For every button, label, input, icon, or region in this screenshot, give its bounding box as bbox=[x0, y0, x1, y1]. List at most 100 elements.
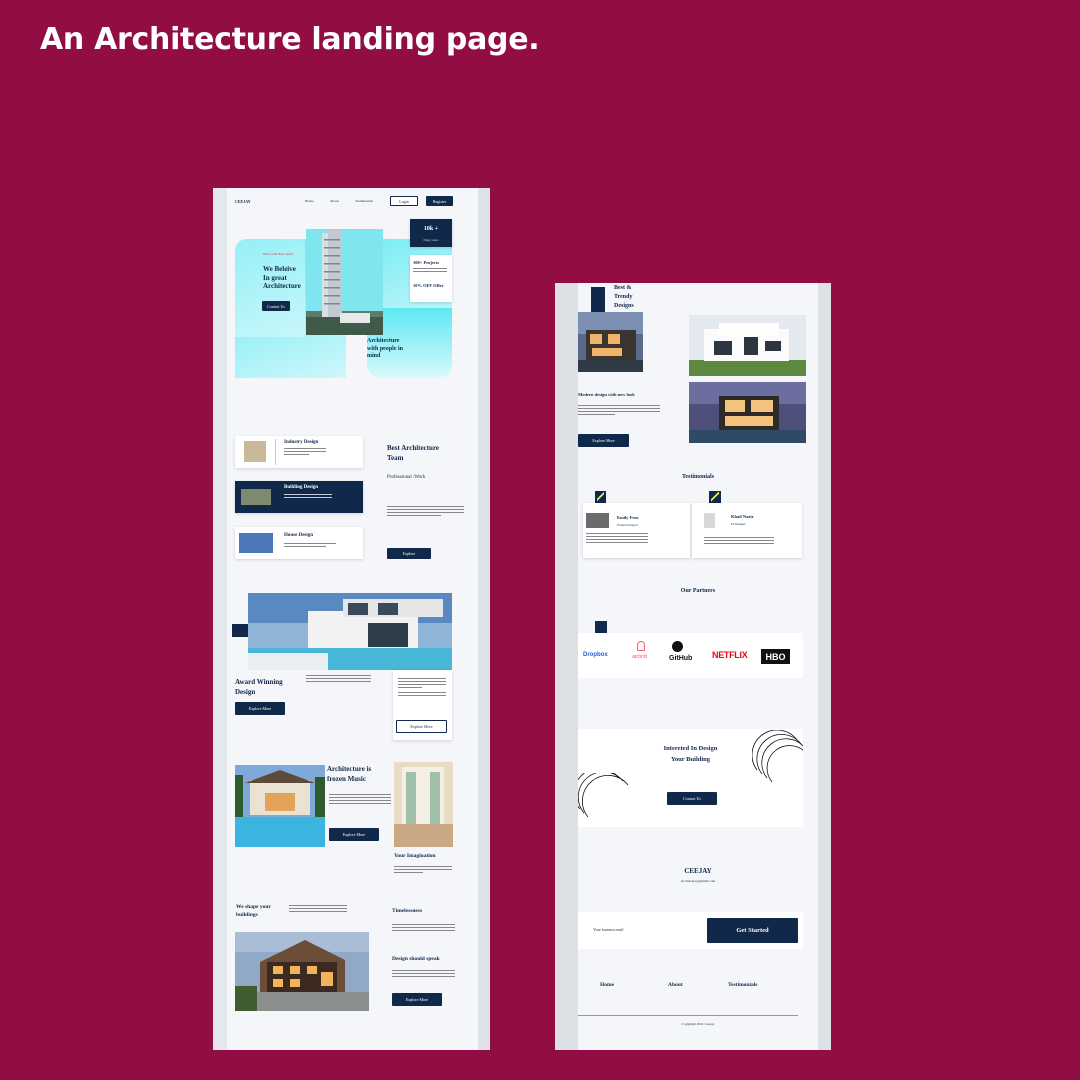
shape-explore-button[interactable]: Explore More bbox=[392, 993, 442, 1006]
emily-avatar bbox=[586, 513, 609, 528]
team-title: Best Architecture Team bbox=[387, 443, 439, 463]
partner-netflix: NETFLIX bbox=[712, 650, 748, 660]
industry-design-thumb bbox=[244, 441, 266, 462]
cta-panel: Intereted In Design Your Building Contac… bbox=[578, 729, 803, 827]
hero-title-line-3: Architecture bbox=[263, 282, 301, 290]
brand-logo[interactable]: CEEJAY bbox=[235, 199, 251, 204]
team-title-line-2: Team bbox=[387, 454, 404, 462]
award-title-line-2: Design bbox=[235, 688, 256, 696]
footer-link-home[interactable]: Home bbox=[600, 982, 614, 988]
house-design-thumb bbox=[239, 533, 273, 553]
partners-accent-block bbox=[595, 621, 607, 633]
projects-text bbox=[413, 268, 447, 274]
quote-mark-2 bbox=[709, 491, 721, 503]
trendy-title-line-1: Best & bbox=[614, 285, 632, 291]
team-paragraph bbox=[387, 506, 464, 518]
testimonial-card-khail: Khail Nazir UI Designer bbox=[692, 503, 802, 558]
shape-paragraph bbox=[289, 905, 347, 914]
users-stat-card: 10k + Happy users bbox=[410, 219, 452, 247]
testimonial-text-khail bbox=[704, 537, 774, 546]
hero-tagline: Architecture with people in mind bbox=[367, 338, 403, 361]
award-accent-block bbox=[232, 624, 248, 637]
hero-title-line-2: In great bbox=[263, 273, 287, 282]
cta-contact-button[interactable]: Contact Us bbox=[667, 792, 717, 805]
service-card-house[interactable]: House Design bbox=[235, 527, 363, 559]
service-text-industry bbox=[284, 448, 326, 457]
award-side-text bbox=[398, 678, 446, 698]
service-card-industry[interactable]: Industry Design bbox=[235, 436, 363, 468]
hero-tagline-line-2: with people in bbox=[367, 345, 404, 352]
design-speak-paragraph bbox=[392, 970, 455, 979]
service-title-industry: Industry Design bbox=[284, 440, 319, 445]
shape-title: We shape your buildings bbox=[236, 904, 271, 919]
frozen-title-line-1: Architecture is bbox=[327, 765, 372, 773]
register-button[interactable]: Register bbox=[426, 196, 453, 206]
testimonial-role-emily: Product Designer bbox=[617, 523, 639, 527]
testimonial-card-emily: Emily Fero Product Designer bbox=[583, 503, 690, 558]
award-side-explore-button[interactable]: Explore More bbox=[396, 720, 447, 733]
frozen-title-line-2: frozen Music bbox=[327, 775, 366, 783]
testimonial-name-emily: Emily Fero bbox=[617, 515, 639, 520]
login-button[interactable]: Login bbox=[390, 196, 418, 206]
partners-strip: Dropbox airbnb GitHub NETFLIX HBO bbox=[578, 633, 803, 678]
khail-avatar bbox=[704, 513, 715, 528]
service-title-house: House Design bbox=[284, 533, 314, 538]
service-card-building[interactable]: Building Design bbox=[235, 481, 363, 513]
footer-email[interactable]: jacobdokoy@gmail.com bbox=[578, 879, 818, 883]
card-divider bbox=[275, 439, 276, 465]
footer-link-about[interactable]: About bbox=[668, 982, 683, 988]
imagination-title: Your Imagination bbox=[394, 853, 436, 859]
design-speak-title: Design should speak bbox=[392, 956, 440, 962]
hero-title-line-1: We Beleive bbox=[263, 265, 296, 273]
trendy-title-line-3: Designs bbox=[614, 303, 634, 309]
imagination-interior-image bbox=[394, 762, 453, 847]
partner-dropbox: Dropbox bbox=[583, 652, 608, 658]
landing-page-mockup-main: CEEJAY Home About Testimonials Login Reg… bbox=[213, 188, 490, 1050]
testimonial-role-khail: UI Designer bbox=[731, 522, 746, 526]
hero-tagline-line-1: Architecture bbox=[367, 338, 400, 344]
award-villa-image bbox=[248, 593, 452, 670]
cta-arc-decoration-bottom bbox=[578, 773, 629, 818]
shape-title-line-2: buildings bbox=[236, 911, 258, 918]
newsletter-email-input[interactable]: Your business mail bbox=[593, 927, 624, 932]
trendy-white-villa-image bbox=[689, 315, 806, 376]
building-design-thumb bbox=[241, 489, 271, 505]
landing-page-mockup-secondary: Best & Trendy Designs Modern design with… bbox=[555, 283, 831, 1050]
nav-home[interactable]: Home bbox=[305, 199, 314, 203]
hero-title: We Beleive In great Architecture bbox=[263, 265, 301, 291]
get-started-button[interactable]: Get Started bbox=[707, 918, 798, 943]
hero-contact-button[interactable]: Contact Us bbox=[262, 301, 290, 311]
partners-title: Our Partners bbox=[680, 588, 716, 594]
footer-brand: CEEJAY bbox=[684, 867, 712, 875]
award-title-line-1: Award Winning bbox=[235, 678, 283, 686]
hero-tower-image bbox=[306, 229, 383, 335]
service-text-house bbox=[284, 543, 336, 549]
nav-testimonials[interactable]: Testimonials bbox=[355, 199, 373, 203]
modern-explore-button[interactable]: Explore More bbox=[578, 434, 629, 447]
service-title-building: Building Design bbox=[284, 485, 319, 490]
award-side-card: Explore More bbox=[393, 670, 452, 740]
nav-about[interactable]: About bbox=[330, 199, 339, 203]
github-logo-icon bbox=[672, 641, 683, 652]
team-explore-button[interactable]: Explore bbox=[387, 548, 431, 559]
testimonials-title: Testimonials bbox=[681, 474, 715, 480]
footer-divider bbox=[578, 1015, 798, 1016]
footer-copyright: Copyright 2021 Ceejay bbox=[681, 1022, 715, 1026]
frozen-paragraph bbox=[329, 794, 391, 806]
frozen-title: Architecture is frozen Music bbox=[327, 764, 371, 784]
timelessness-title: Timelessness bbox=[392, 908, 423, 914]
modern-design-paragraph bbox=[578, 405, 660, 417]
cta-title-line-1: Intereted In Design bbox=[663, 745, 718, 752]
team-subtitle: Professional /Work bbox=[387, 475, 426, 480]
trendy-house-night-image bbox=[578, 312, 643, 372]
modern-design-title: Modern design with new look bbox=[578, 392, 635, 397]
offer-text: 10% OFF Offer bbox=[413, 283, 444, 288]
frozen-explore-button[interactable]: Explore More bbox=[329, 828, 379, 841]
airbnb-logo-icon bbox=[637, 641, 645, 651]
users-stat-label: Happy users bbox=[423, 238, 439, 242]
award-paragraph bbox=[306, 675, 371, 684]
footer-link-testimonials[interactable]: Testimonials bbox=[728, 982, 757, 988]
award-explore-button[interactable]: Explore More bbox=[235, 702, 285, 715]
award-title: Award Winning Design bbox=[235, 677, 283, 697]
cta-title-line-2: Your Building bbox=[670, 756, 711, 763]
